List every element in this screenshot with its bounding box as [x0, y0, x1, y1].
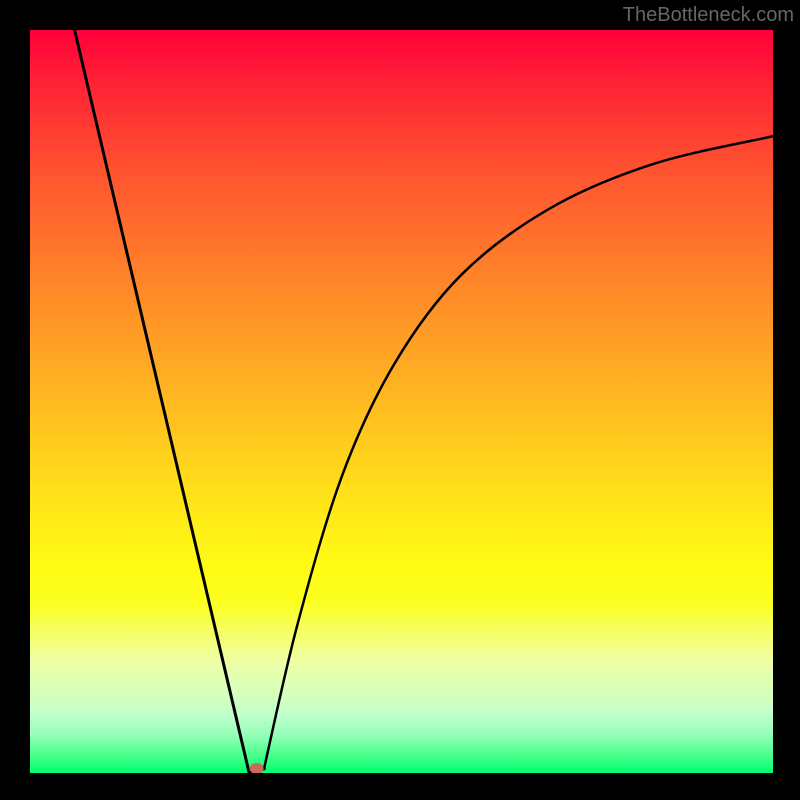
chart-container: TheBottleneck.com: [0, 0, 800, 800]
curve-right-segment: [264, 136, 773, 768]
watermark-text: TheBottleneck.com: [623, 4, 794, 27]
minimum-marker: [250, 763, 264, 773]
line-left-segment: [75, 30, 250, 773]
chart-svg: [30, 30, 773, 773]
